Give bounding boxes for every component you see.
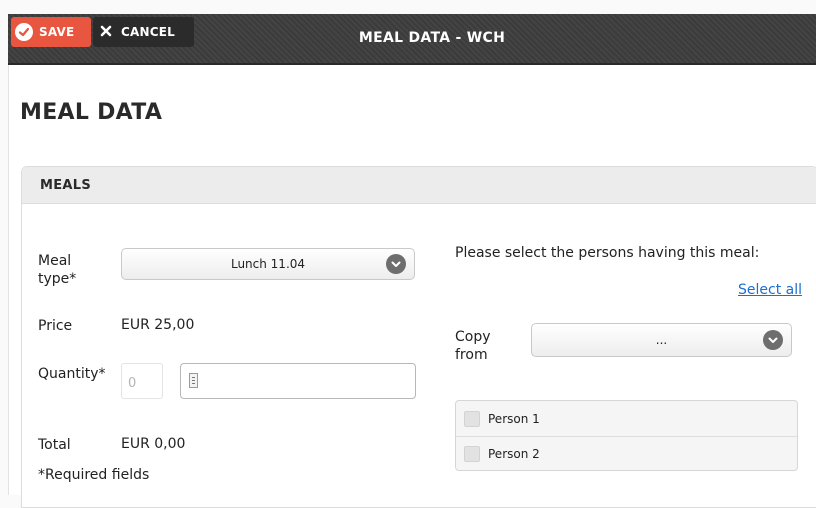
copy-from-select[interactable]: ... bbox=[531, 323, 792, 357]
meal-type-label: Meal type* bbox=[38, 253, 77, 287]
copy-from-label: Copy from bbox=[455, 329, 491, 363]
person-name: Person 1 bbox=[488, 411, 540, 426]
copy-from-value: ... bbox=[655, 333, 668, 347]
document-icon bbox=[189, 373, 198, 388]
persons-list: Person 1 Person 2 bbox=[455, 400, 798, 471]
quantity-value-display: 0 bbox=[121, 363, 163, 399]
persons-prompt: Please select the persons having this me… bbox=[455, 245, 760, 261]
meal-type-select[interactable]: Lunch 11.04 bbox=[121, 248, 415, 280]
price-label: Price bbox=[38, 318, 73, 334]
person-row[interactable]: Person 2 bbox=[456, 436, 797, 470]
quantity-label: Quantity* bbox=[38, 366, 106, 382]
window-title: MEAL DATA - WCH bbox=[358, 30, 506, 46]
panel-title: MEALS bbox=[22, 167, 816, 204]
person-checkbox[interactable] bbox=[464, 410, 480, 427]
person-checkbox[interactable] bbox=[464, 446, 480, 462]
total-label: Total bbox=[38, 437, 71, 453]
person-row[interactable]: Person 1 bbox=[456, 401, 797, 436]
meal-type-value: Lunch 11.04 bbox=[230, 257, 306, 271]
price-value: EUR 25,00 bbox=[121, 317, 195, 333]
chevron-down-icon bbox=[386, 254, 406, 274]
chevron-down-icon bbox=[763, 330, 783, 350]
required-fields-note: *Required fields bbox=[38, 467, 150, 483]
top-toolbar: SAVE CANCEL MEAL DATA - WCH bbox=[8, 14, 816, 65]
total-value: EUR 0,00 bbox=[121, 436, 186, 452]
person-name: Person 2 bbox=[488, 447, 540, 461]
select-all-link[interactable]: Select all bbox=[738, 282, 802, 298]
page-title: MEAL DATA bbox=[20, 100, 163, 125]
quantity-input[interactable] bbox=[180, 363, 416, 399]
